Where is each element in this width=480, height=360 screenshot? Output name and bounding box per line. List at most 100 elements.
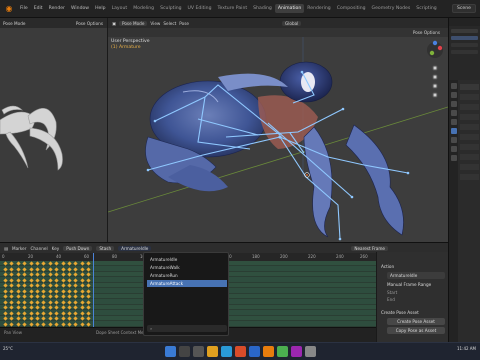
keyframe[interactable] xyxy=(60,310,66,316)
menu-key[interactable]: Key xyxy=(52,246,60,251)
outliner-row[interactable] xyxy=(451,43,478,47)
outliner-row-selected[interactable] xyxy=(451,36,478,40)
app-icon[interactable] xyxy=(290,346,302,357)
property-row[interactable] xyxy=(460,84,479,90)
tab-uv-editing[interactable]: UV Editing xyxy=(185,4,215,13)
left-view-options[interactable]: Pose Options xyxy=(76,21,103,26)
bone-tab-icon[interactable] xyxy=(450,155,457,161)
property-row[interactable] xyxy=(460,104,479,110)
menu-render[interactable]: Render xyxy=(46,6,68,11)
pose-options[interactable]: Pose Options xyxy=(413,30,440,35)
snapping-dropdown[interactable]: Nearest Frame xyxy=(351,245,388,251)
action-item[interactable]: ArmatureIdle xyxy=(147,256,227,263)
property-row[interactable] xyxy=(460,114,479,120)
property-row[interactable] xyxy=(460,154,479,160)
start-icon[interactable] xyxy=(164,346,176,357)
keyframe[interactable] xyxy=(60,266,66,272)
property-row[interactable] xyxy=(460,94,479,100)
menu-view[interactable]: View xyxy=(150,21,160,26)
weather-widget[interactable]: 25°C xyxy=(3,346,13,351)
menu-marker[interactable]: Marker xyxy=(12,246,26,251)
main-3d-viewport[interactable]: ▣ Pose Mode View Select Pose Global Pose… xyxy=(108,18,448,242)
blender-logo-icon[interactable]: ◉ xyxy=(3,3,15,15)
create-pose-asset-button[interactable]: Create Pose Asset xyxy=(387,318,445,325)
playhead[interactable] xyxy=(93,253,94,327)
scene-selector[interactable]: Scene xyxy=(451,4,476,13)
edge-icon[interactable] xyxy=(220,346,232,357)
manual-frame-range-checkbox[interactable]: Manual Frame Range xyxy=(387,282,431,287)
keyframe[interactable] xyxy=(28,266,34,272)
tab-shading[interactable]: Shading xyxy=(250,4,275,13)
outliner-row[interactable] xyxy=(451,29,478,33)
left-3d-view[interactable]: Pose Mode Pose Options xyxy=(0,18,108,242)
tab-rendering[interactable]: Rendering xyxy=(304,4,333,13)
tab-sculpting[interactable]: Sculpting xyxy=(157,4,184,13)
properties-panel[interactable] xyxy=(448,80,480,342)
action-name-field[interactable]: ArmatureIdle xyxy=(387,272,445,279)
world-tab-icon[interactable] xyxy=(450,119,457,125)
property-row[interactable] xyxy=(460,174,479,180)
app-icon[interactable] xyxy=(304,346,316,357)
keyframe[interactable] xyxy=(28,310,34,316)
action-selector[interactable]: ArmatureIdle xyxy=(118,245,152,251)
menu-edit[interactable]: Edit xyxy=(31,6,46,11)
keyframe[interactable] xyxy=(60,288,66,294)
output-tab-icon[interactable] xyxy=(450,101,457,107)
editor-type-icon[interactable]: ▣ xyxy=(112,21,116,26)
modifier-tab-icon[interactable] xyxy=(450,137,457,143)
app-icon[interactable] xyxy=(248,346,260,357)
tab-modeling[interactable]: Modeling xyxy=(130,4,157,13)
tab-animation[interactable]: Animation xyxy=(274,4,305,13)
app-icon[interactable] xyxy=(276,346,288,357)
push-down-button[interactable]: Push Down xyxy=(63,245,93,251)
menu-file[interactable]: File xyxy=(17,6,31,11)
editor-type-icon[interactable]: ▤ xyxy=(4,246,8,251)
object-tab-icon[interactable] xyxy=(450,128,457,134)
property-row[interactable] xyxy=(460,124,479,130)
outliner-panel[interactable] xyxy=(448,18,480,80)
menu-help[interactable]: Help xyxy=(92,6,108,11)
property-row[interactable] xyxy=(460,164,479,170)
task-view-icon[interactable] xyxy=(192,346,204,357)
left-view-mode[interactable]: Pose Mode xyxy=(3,21,25,26)
property-row[interactable] xyxy=(460,134,479,140)
property-row[interactable] xyxy=(460,144,479,150)
menu-window[interactable]: Window xyxy=(68,6,92,11)
keyframe[interactable] xyxy=(28,299,34,305)
action-item-active[interactable]: ArmatureAttack xyxy=(147,280,227,287)
keyframe[interactable] xyxy=(60,277,66,283)
tab-scripting[interactable]: Scripting xyxy=(413,4,439,13)
tab-geometry-nodes[interactable]: Geometry Nodes xyxy=(369,4,414,13)
app-icon[interactable] xyxy=(234,346,246,357)
action-item[interactable]: ArmatureRun xyxy=(147,272,227,279)
render-tab-icon[interactable] xyxy=(450,92,457,98)
action-search-input[interactable]: ⌕ xyxy=(147,325,227,332)
tab-texture-paint[interactable]: Texture Paint xyxy=(215,4,251,13)
keyframe[interactable] xyxy=(60,299,66,305)
menu-channel[interactable]: Channel xyxy=(30,246,47,251)
keyframe[interactable] xyxy=(60,321,66,327)
system-clock[interactable]: 11:42 AM xyxy=(457,346,476,351)
outliner-row[interactable] xyxy=(451,50,478,54)
scene-tab-icon[interactable] xyxy=(450,110,457,116)
keyframe[interactable] xyxy=(28,277,34,283)
menu-select[interactable]: Select xyxy=(163,21,176,26)
file-explorer-icon[interactable] xyxy=(206,346,218,357)
keyframe[interactable] xyxy=(28,321,34,327)
stash-button[interactable]: Stash xyxy=(96,245,115,251)
tool-tab-icon[interactable] xyxy=(450,83,457,89)
keyframe[interactable] xyxy=(28,288,34,294)
tab-compositing[interactable]: Compositing xyxy=(334,4,369,13)
orientation-dropdown[interactable]: Global xyxy=(281,20,302,26)
menu-pose[interactable]: Pose xyxy=(179,21,189,26)
mode-dropdown[interactable]: Pose Mode xyxy=(118,20,148,26)
tab-layout[interactable]: Layout xyxy=(109,4,131,13)
pose-asset-section-title[interactable]: Create Pose Asset xyxy=(381,310,419,315)
action-section-title[interactable]: Action xyxy=(381,264,394,269)
search-icon[interactable] xyxy=(178,346,190,357)
blender-taskbar-icon[interactable] xyxy=(262,346,274,357)
action-item[interactable]: ArmatureWalk xyxy=(147,264,227,271)
navigation-gizmo[interactable] xyxy=(424,40,446,110)
copy-pose-asset-button[interactable]: Copy Pose as Asset xyxy=(387,327,445,334)
data-tab-icon[interactable] xyxy=(450,146,457,152)
